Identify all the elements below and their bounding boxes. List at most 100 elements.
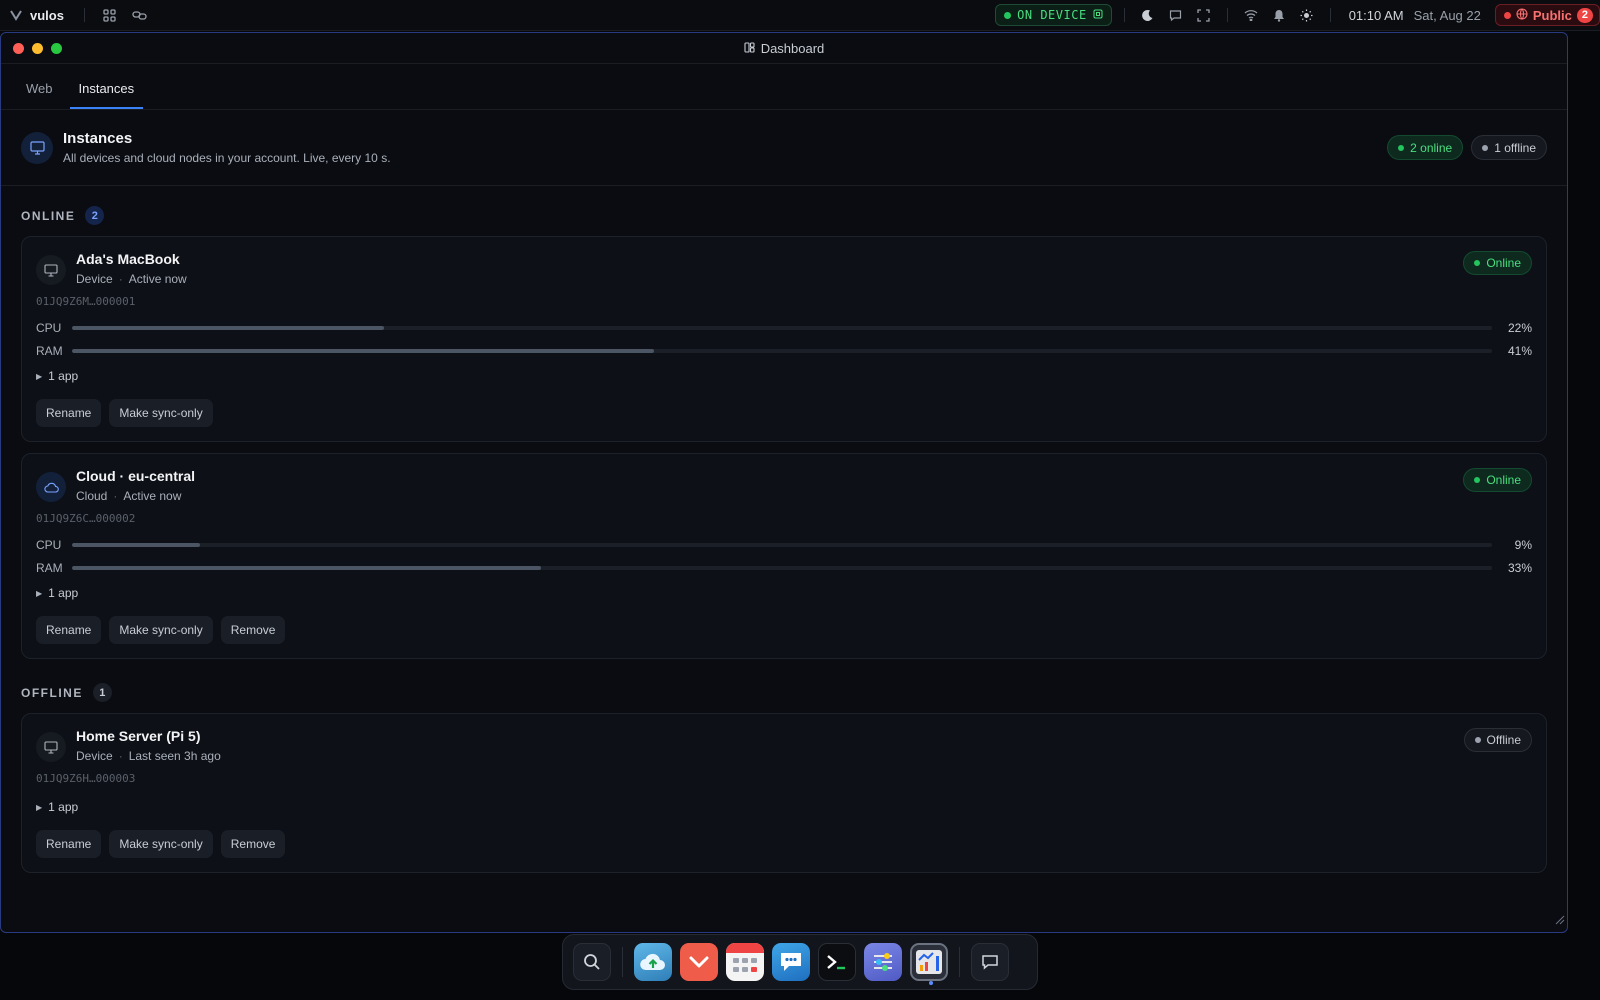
make-sync-only-button[interactable]: Make sync-only <box>109 616 213 644</box>
instance-activity: Active now <box>128 272 187 286</box>
public-label: Public <box>1532 7 1572 23</box>
system-top-bar: vulos ON DEVICE 01:10 AM Sat, Aug 22 Pub… <box>0 0 1600 31</box>
divider <box>1123 8 1125 22</box>
instance-kind: Device <box>76 749 113 763</box>
tab-web[interactable]: Web <box>17 81 62 109</box>
metric-label: RAM <box>36 560 63 575</box>
status-dot-icon <box>1482 144 1489 151</box>
minimize-window-button[interactable] <box>32 42 43 54</box>
instance-card: Home Server (Pi 5) Device · Last seen 3h a… <box>21 713 1547 873</box>
wifi-icon[interactable] <box>1240 4 1262 26</box>
offline-count-pill: 1 offline <box>1471 135 1547 160</box>
make-sync-only-button[interactable]: Make sync-only <box>109 399 213 427</box>
window-title: Dashboard <box>1 41 1567 56</box>
terminal-icon[interactable] <box>818 943 856 981</box>
status-badge: Online <box>1463 251 1532 275</box>
public-visibility-button[interactable]: Public 2 <box>1494 4 1600 26</box>
status-dot-icon <box>1503 11 1511 19</box>
instances-header: Instances All devices and cloud nodes in… <box>1 110 1567 186</box>
metric-label: CPU <box>36 320 62 335</box>
status-dot-icon <box>1398 144 1405 151</box>
section-online-heading: ONLINE 2 <box>1 206 1567 225</box>
section-count-badge: 1 <box>92 683 112 702</box>
status-label: Offline <box>1486 733 1521 747</box>
rename-button[interactable]: Rename <box>36 616 102 644</box>
rename-button[interactable]: Rename <box>36 830 102 858</box>
tab-instances[interactable]: Instances <box>69 81 144 109</box>
status-badge: Online <box>1463 468 1532 492</box>
status-label: Online <box>1486 256 1521 270</box>
instance-name: Ada's MacBook <box>76 251 180 267</box>
metric-label: RAM <box>36 343 63 358</box>
divider <box>83 8 85 22</box>
status-dot-icon <box>1474 737 1481 743</box>
apps-disclosure[interactable]: ▶ 1 app <box>36 367 1532 385</box>
window-title-text: Dashboard <box>760 40 825 56</box>
fullscreen-icon[interactable] <box>1193 4 1215 26</box>
ram-usage-bar <box>72 565 1492 570</box>
instance-name: Home Server (Pi 5) <box>76 728 201 744</box>
cpu-metric: CPU 9% <box>36 533 1532 556</box>
link-icon[interactable] <box>129 4 151 26</box>
section-label: ONLINE <box>21 208 76 223</box>
monitor-icon <box>36 255 66 285</box>
ram-metric: RAM 33% <box>36 556 1532 579</box>
online-count-pill: 2 online <box>1387 135 1464 160</box>
pocket-icon[interactable] <box>680 943 718 981</box>
tab-bar: Web Instances <box>1 64 1567 110</box>
cloud-upload-icon[interactable] <box>634 943 672 981</box>
make-sync-only-button[interactable]: Make sync-only <box>109 830 213 858</box>
instance-id: 01JQ9Z6C…000002 <box>36 512 136 525</box>
resize-handle-icon[interactable] <box>1553 912 1565 930</box>
page-title: Instances <box>63 130 133 147</box>
status-badge: Offline <box>1463 728 1532 752</box>
app-dock <box>562 934 1038 990</box>
ram-value: 33% <box>1507 560 1532 575</box>
instance-activity: Active now <box>123 489 182 503</box>
apps-grid-icon[interactable] <box>99 4 121 26</box>
moon-icon[interactable] <box>1137 4 1159 26</box>
on-device-indicator[interactable]: ON DEVICE <box>995 4 1112 26</box>
remove-button[interactable]: Remove <box>220 616 286 644</box>
monitor-icon <box>36 732 66 762</box>
chat-bubble-icon[interactable] <box>1165 4 1187 26</box>
message-icon[interactable] <box>971 943 1009 981</box>
brightness-icon[interactable] <box>1296 4 1318 26</box>
instance-meta: Device · Last seen 3h ago <box>76 749 221 763</box>
ram-usage-fill <box>72 565 541 570</box>
status-dot-icon <box>1004 11 1012 19</box>
dashboard-window: Dashboard Web Instances Instances All de… <box>0 32 1568 933</box>
apps-disclosure[interactable]: ▶ 1 app <box>36 798 1532 816</box>
remove-button[interactable]: Remove <box>220 830 286 858</box>
maximize-window-button[interactable] <box>51 42 62 54</box>
instance-kind: Device <box>76 272 113 286</box>
apps-disclosure[interactable]: ▶ 1 app <box>36 584 1532 602</box>
instance-id: 01JQ9Z6M…000001 <box>36 295 136 308</box>
instance-activity: Last seen 3h ago <box>128 749 221 763</box>
cpu-value: 22% <box>1507 320 1532 335</box>
apps-count: 1 app <box>48 586 79 600</box>
ram-metric: RAM 41% <box>36 339 1532 362</box>
dock-divider <box>959 947 960 977</box>
window-titlebar[interactable]: Dashboard <box>1 33 1567 64</box>
bell-icon[interactable] <box>1268 4 1290 26</box>
section-label: OFFLINE <box>21 685 83 700</box>
disclosure-triangle-icon: ▶ <box>36 802 43 812</box>
active-app-indicator <box>929 981 933 985</box>
chat-icon[interactable] <box>772 943 810 981</box>
on-device-label: ON DEVICE <box>1017 8 1087 22</box>
instance-meta: Device · Active now <box>76 272 187 286</box>
close-window-button[interactable] <box>13 42 24 54</box>
apps-count: 1 app <box>48 800 79 814</box>
search-icon[interactable] <box>573 943 611 981</box>
settings-sliders-icon[interactable] <box>864 943 902 981</box>
dashboard-chart-icon[interactable] <box>910 943 948 985</box>
calendar-icon[interactable] <box>726 943 764 981</box>
instance-name: Cloud · eu-central <box>76 468 196 484</box>
meta-separator: · <box>113 489 118 503</box>
divider <box>1329 8 1331 22</box>
cloud-icon <box>36 472 66 502</box>
status-dot-icon <box>1474 477 1481 483</box>
instance-meta: Cloud · Active now <box>76 489 195 503</box>
rename-button[interactable]: Rename <box>36 399 102 427</box>
